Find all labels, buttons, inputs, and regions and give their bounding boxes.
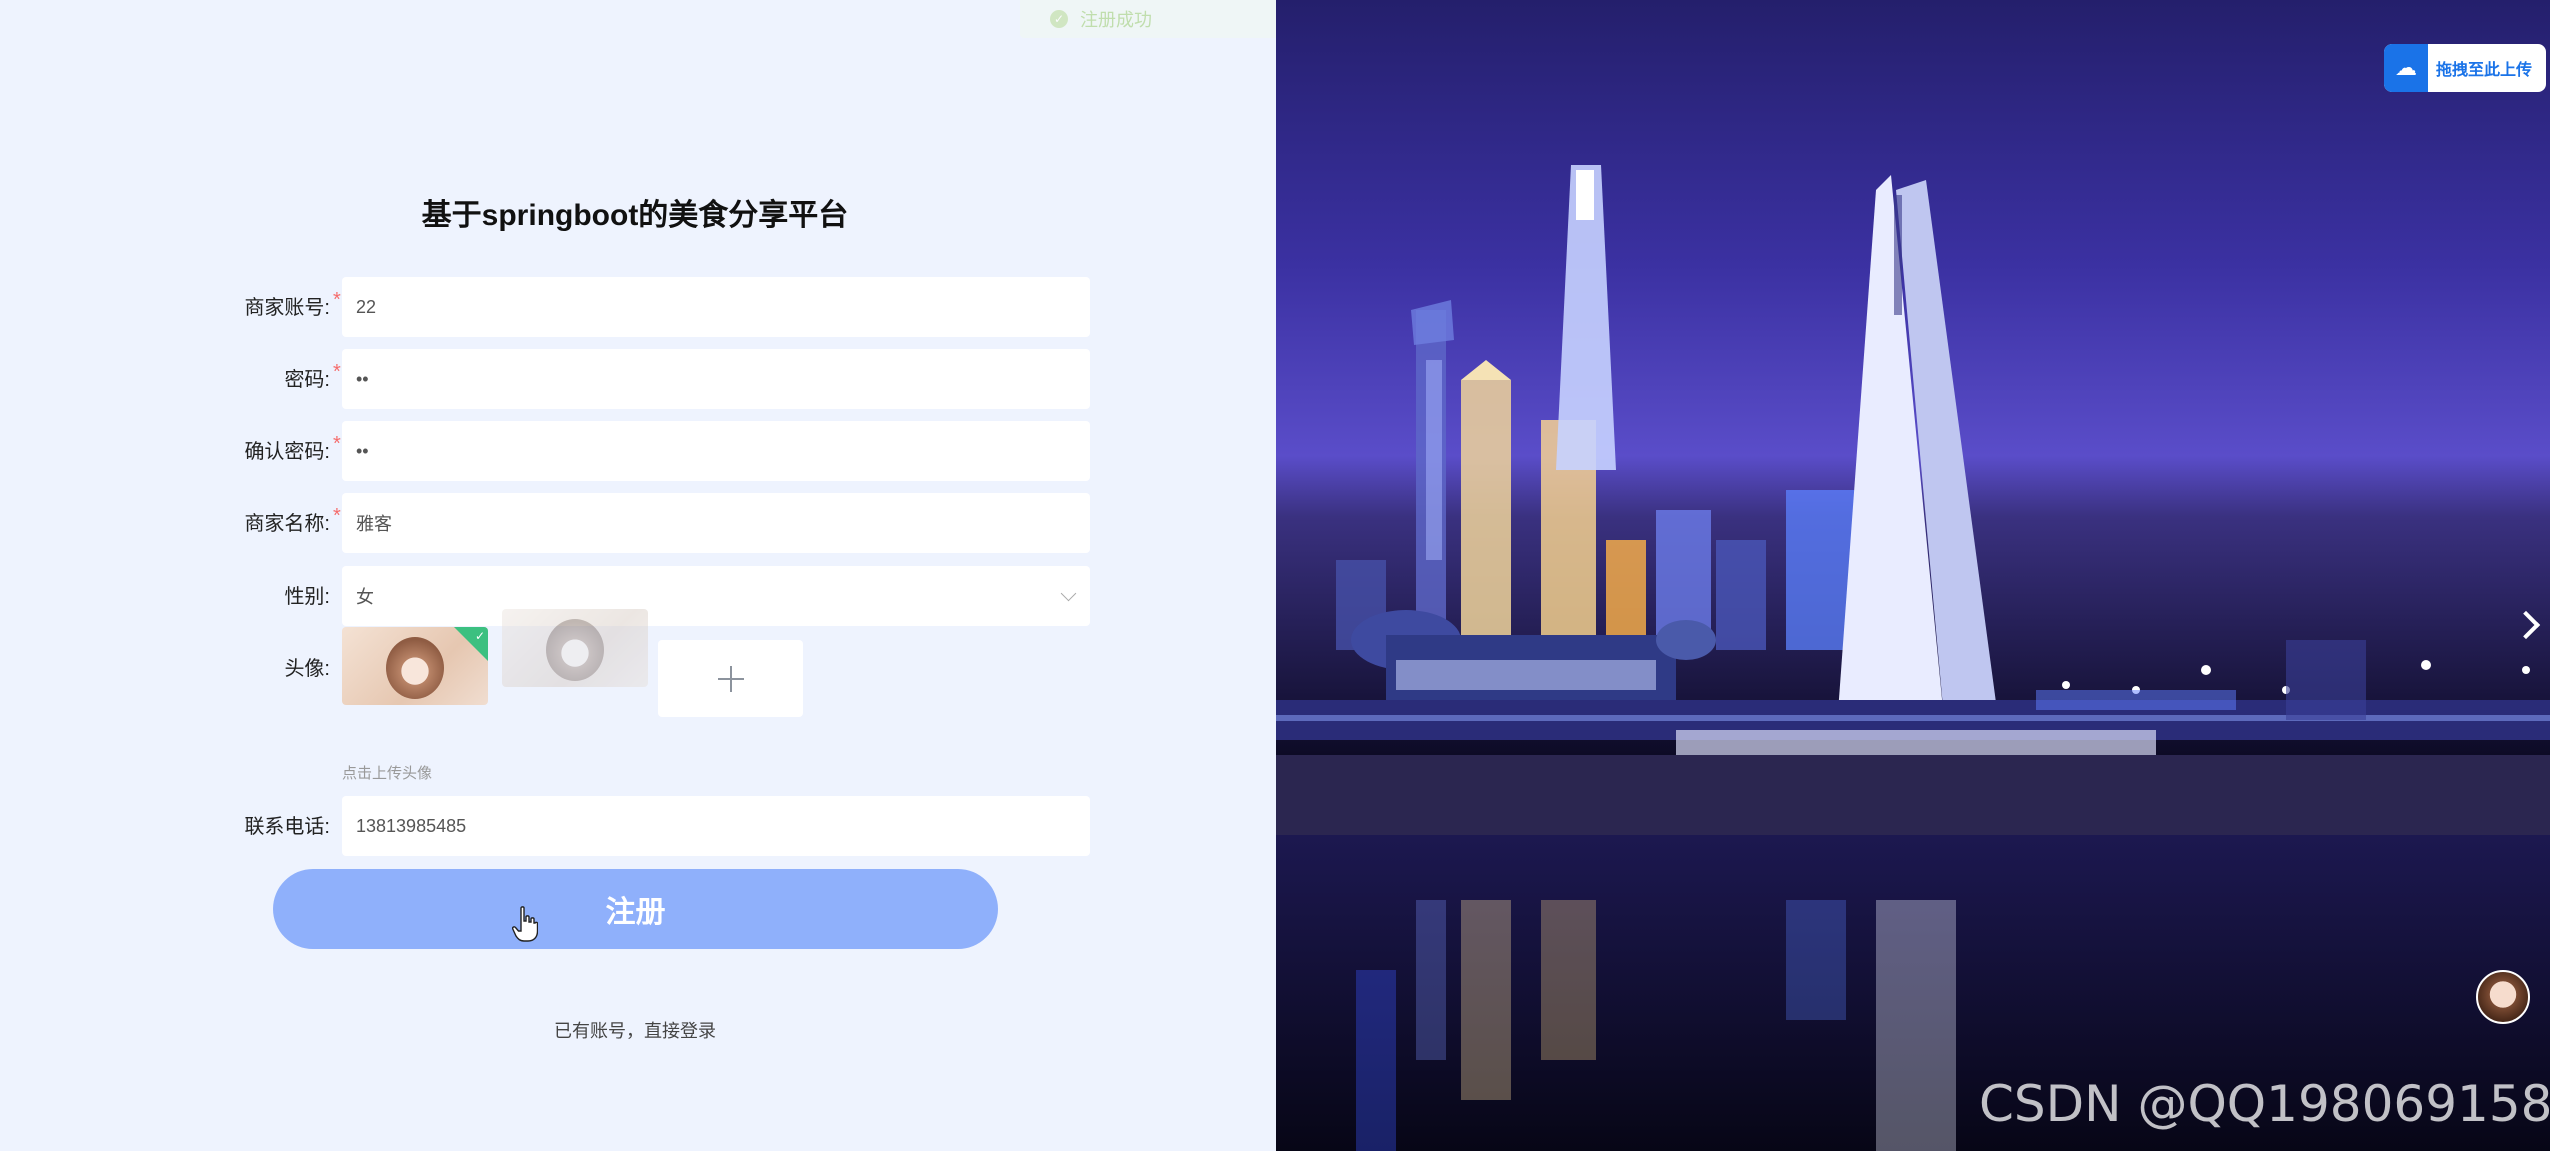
confirm-password-label: 确认密码: (244, 441, 330, 463)
phone-input[interactable]: 13813985485 (342, 796, 1090, 856)
required-mark: * (333, 505, 341, 527)
gender-label: 性别: (284, 586, 330, 608)
merchant-name-label: 商家名称: (244, 513, 330, 535)
avatar-label: 头像: (284, 658, 330, 680)
watermark-text: CSDN @QQ1980691580 (1979, 1075, 2550, 1133)
register-button[interactable]: 注册 (273, 869, 998, 949)
form-row-account: 商家账号: * 22 (0, 277, 1276, 337)
password-input[interactable]: •• (342, 349, 1090, 409)
chevron-down-icon (1060, 585, 1077, 602)
avatar-thumbnail[interactable]: ✓ (342, 627, 488, 705)
gender-selected-value: 女 (356, 587, 374, 607)
assistant-avatar[interactable] (2476, 970, 2530, 1024)
avatar-upload-button[interactable] (658, 640, 803, 717)
required-mark: * (333, 361, 341, 383)
check-icon: ✓ (474, 629, 485, 643)
form-row-merchant-name: 商家名称: * 雅客 (0, 493, 1276, 553)
form-row-phone: 联系电话: 13813985485 (0, 796, 1276, 856)
drag-upload-chip[interactable]: ☁ 拖拽至此上传 (2384, 44, 2546, 92)
register-panel: ✓ 注册成功 基于springboot的美食分享平台 商家账号: * 22 密码… (0, 0, 1528, 1151)
hand-cursor-icon (512, 906, 538, 942)
password-label: 密码: (284, 369, 330, 391)
phone-label: 联系电话: (244, 816, 330, 838)
required-mark: * (333, 289, 341, 311)
avatar-image (386, 637, 444, 699)
background-image-panel: ☁ 拖拽至此上传 CSDN @QQ1980691580 (1276, 0, 2550, 1151)
merchant-name-input[interactable]: 雅客 (342, 493, 1090, 553)
avatar-drag-preview (502, 609, 648, 687)
avatar-upload-hint: 点击上传头像 (342, 765, 433, 782)
form-row-password: 密码: * •• (0, 349, 1276, 409)
upload-chip-label: 拖拽至此上传 (2436, 62, 2533, 79)
form-row-confirm-password: 确认密码: * •• (0, 421, 1276, 481)
check-circle-icon: ✓ (1050, 10, 1068, 28)
account-label: 商家账号: (244, 297, 330, 319)
avatar-image (546, 619, 604, 681)
page-title: 基于springboot的美食分享平台 (421, 199, 849, 232)
city-skyline-image (1276, 0, 2550, 1151)
gender-select[interactable]: 女 (342, 566, 1090, 626)
confirm-password-input[interactable]: •• (342, 421, 1090, 481)
account-input[interactable]: 22 (342, 277, 1090, 337)
toast-message: 注册成功 (1080, 10, 1152, 30)
login-link[interactable]: 已有账号，直接登录 (0, 1017, 1270, 1043)
required-mark: * (333, 433, 341, 455)
cloud-icon: ☁ (2384, 44, 2428, 92)
